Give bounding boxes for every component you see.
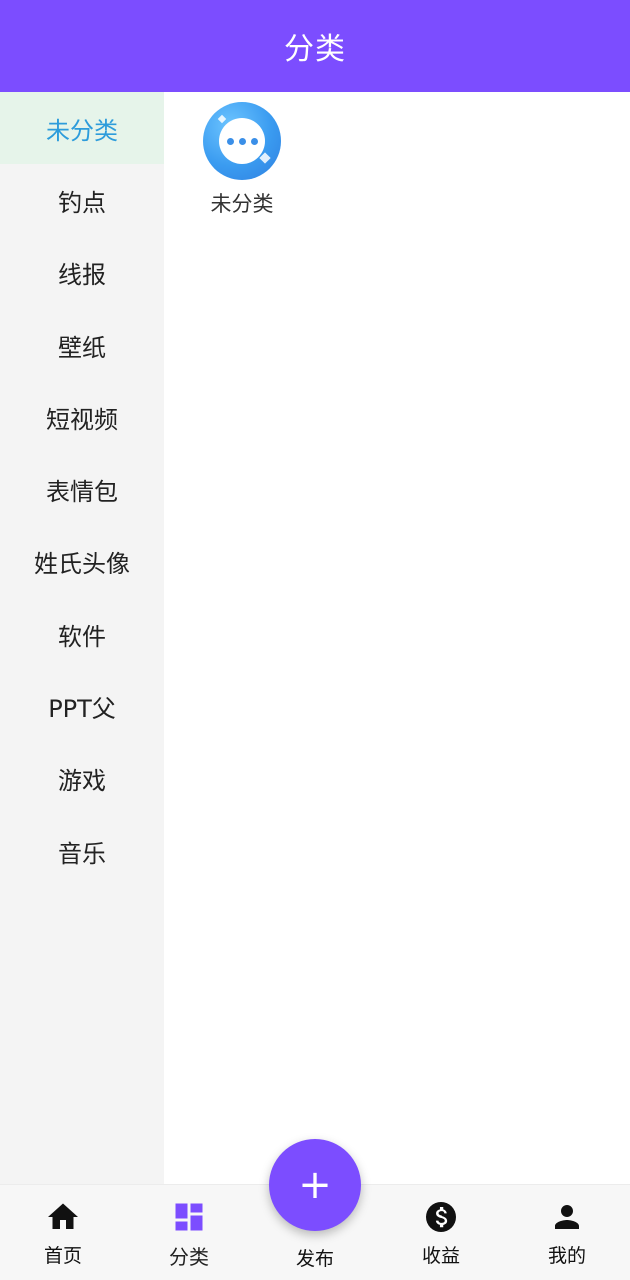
sidebar-item-stickers[interactable]: 表情包 xyxy=(0,453,164,525)
category-sidebar: 未分类 钓点 线报 壁纸 短视频 表情包 姓氏头像 软件 PPT父 游戏 音乐 xyxy=(0,92,164,1184)
sidebar-item-uncategorized[interactable]: 未分类 xyxy=(0,92,164,165)
nav-earnings-label: 收益 xyxy=(421,1245,460,1267)
page-title: 分类 xyxy=(284,32,346,67)
home-icon xyxy=(48,1203,78,1229)
sidebar-item-games[interactable]: 游戏 xyxy=(0,743,164,815)
sidebar-item-ppt[interactable]: PPT父 xyxy=(0,670,164,742)
app-root: 分类 未分类 钓点 线报 壁纸 短视频 表情包 姓氏头像 软件 PPT父 游戏 … xyxy=(0,0,630,1280)
sidebar-item-fishing-spots[interactable]: 钓点 xyxy=(0,164,164,236)
nav-mine-label: 我的 xyxy=(547,1245,586,1267)
dollar-coin-icon xyxy=(426,1202,456,1232)
sidebar-item-short-video[interactable]: 短视频 xyxy=(0,381,164,453)
dot xyxy=(226,137,234,145)
category-tile-label: 未分类 xyxy=(210,192,274,216)
category-content: 未分类 xyxy=(164,92,630,1184)
nav-publish-label: 发布 xyxy=(295,1248,334,1270)
publish-button[interactable]: + xyxy=(269,1139,361,1231)
plus-icon: + xyxy=(298,1162,332,1208)
nav-category-label: 分类 xyxy=(169,1245,209,1269)
sidebar-item-wallpaper[interactable]: 壁纸 xyxy=(0,309,164,381)
sidebar-item-music[interactable]: 音乐 xyxy=(0,815,164,887)
sparkle-decoration xyxy=(259,152,271,164)
nav-home-label: 首页 xyxy=(43,1245,82,1267)
more-dots-icon xyxy=(203,102,281,180)
sparkle-decoration xyxy=(217,114,227,124)
dot xyxy=(250,137,258,145)
app-header: 分类 xyxy=(0,0,630,92)
dot xyxy=(238,137,246,145)
nav-category[interactable]: 分类 xyxy=(126,1185,252,1280)
nav-home[interactable]: 首页 xyxy=(0,1185,126,1280)
sidebar-item-software[interactable]: 软件 xyxy=(0,598,164,670)
sidebar-item-surname-avatar[interactable]: 姓氏头像 xyxy=(0,526,164,598)
nav-mine[interactable]: 我的 xyxy=(504,1185,630,1280)
nav-earnings[interactable]: 收益 xyxy=(378,1185,504,1280)
sidebar-item-deals[interactable]: 线报 xyxy=(0,237,164,309)
person-icon xyxy=(555,1205,579,1229)
category-tile-uncategorized[interactable]: 未分类 xyxy=(202,102,282,218)
chat-bubble-icon xyxy=(219,118,265,164)
dashboard-icon xyxy=(175,1203,203,1231)
